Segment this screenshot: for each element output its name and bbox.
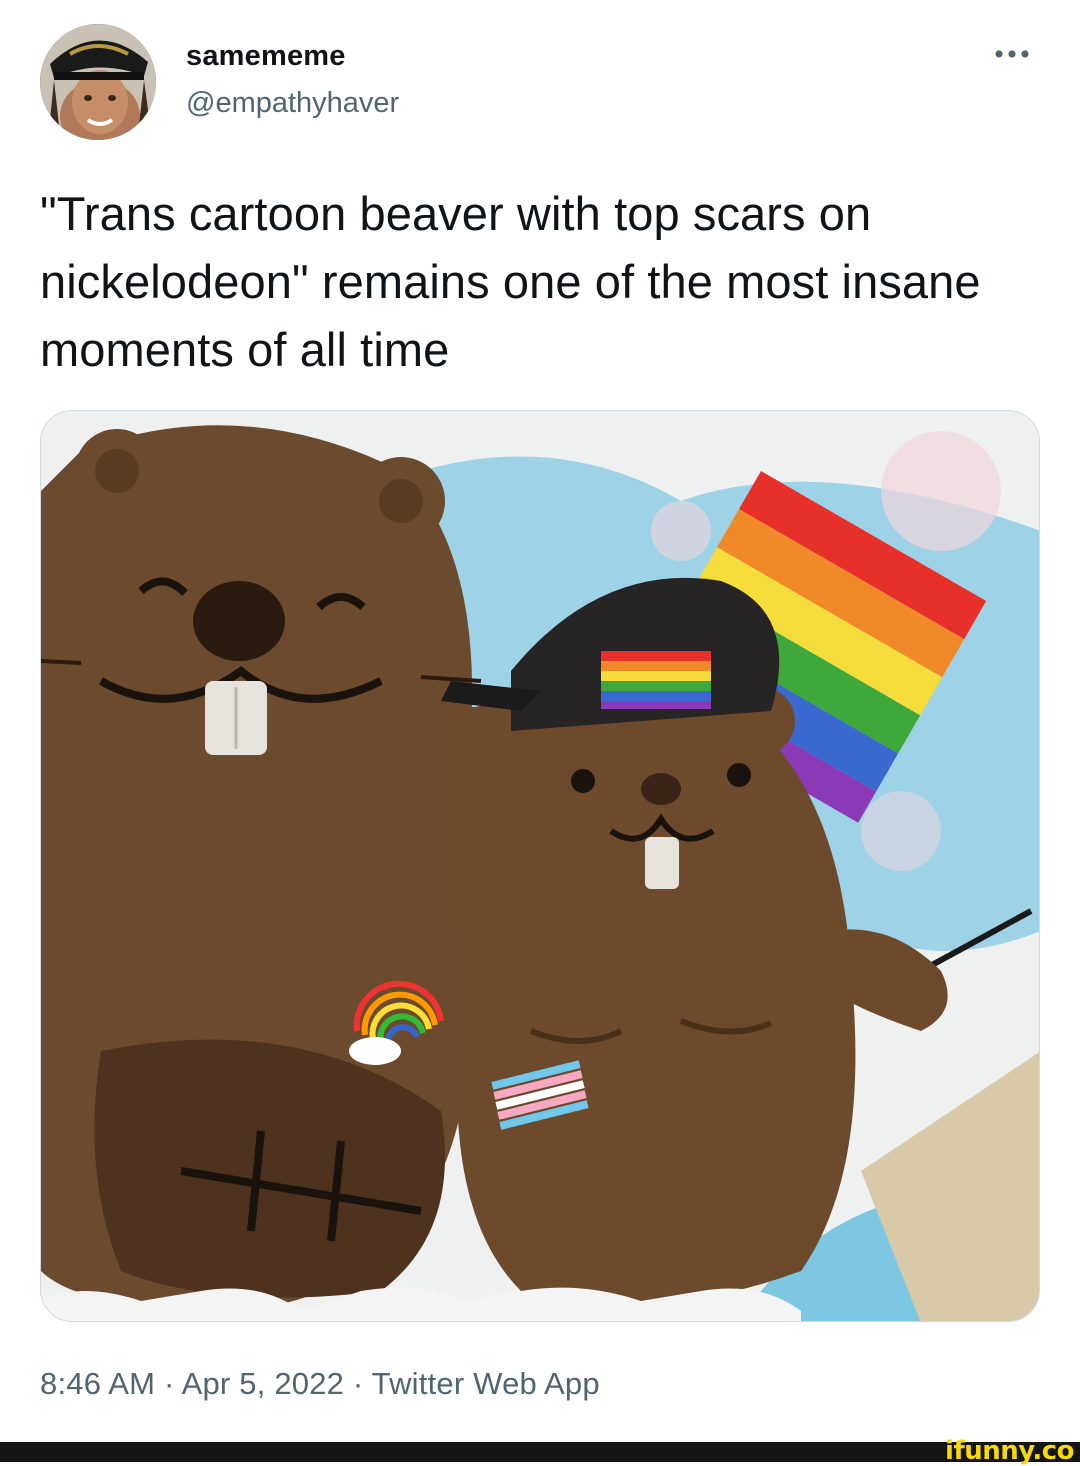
tweet-header: samememe @empathyhaver [40,20,1040,144]
tweet-date: Apr 5, 2022 [181,1366,345,1401]
tweet-text: "Trans cartoon beaver with top scars on … [40,187,981,376]
more-options-button[interactable] [984,34,1040,74]
user-handle[interactable]: @empathyhaver [186,87,399,120]
separator: · [155,1366,182,1401]
avatar[interactable] [40,24,156,140]
separator: · [344,1366,372,1401]
tweet-source[interactable]: Twitter Web App [372,1366,600,1401]
avatar-image [40,24,156,140]
display-name[interactable]: samememe [186,40,399,73]
tweet-media[interactable] [40,410,1040,1322]
tweet-timestamp[interactable]: 8:46 AM · Apr 5, 2022 · Twitter Web App [40,1366,600,1402]
watermark-bar: ifunny.co [0,1436,1080,1466]
tweet-time: 8:46 AM [40,1366,156,1401]
more-horizontal-icon [995,50,1029,58]
beaver-illustration [41,411,1039,1321]
user-names: samememe @empathyhaver [186,40,399,120]
